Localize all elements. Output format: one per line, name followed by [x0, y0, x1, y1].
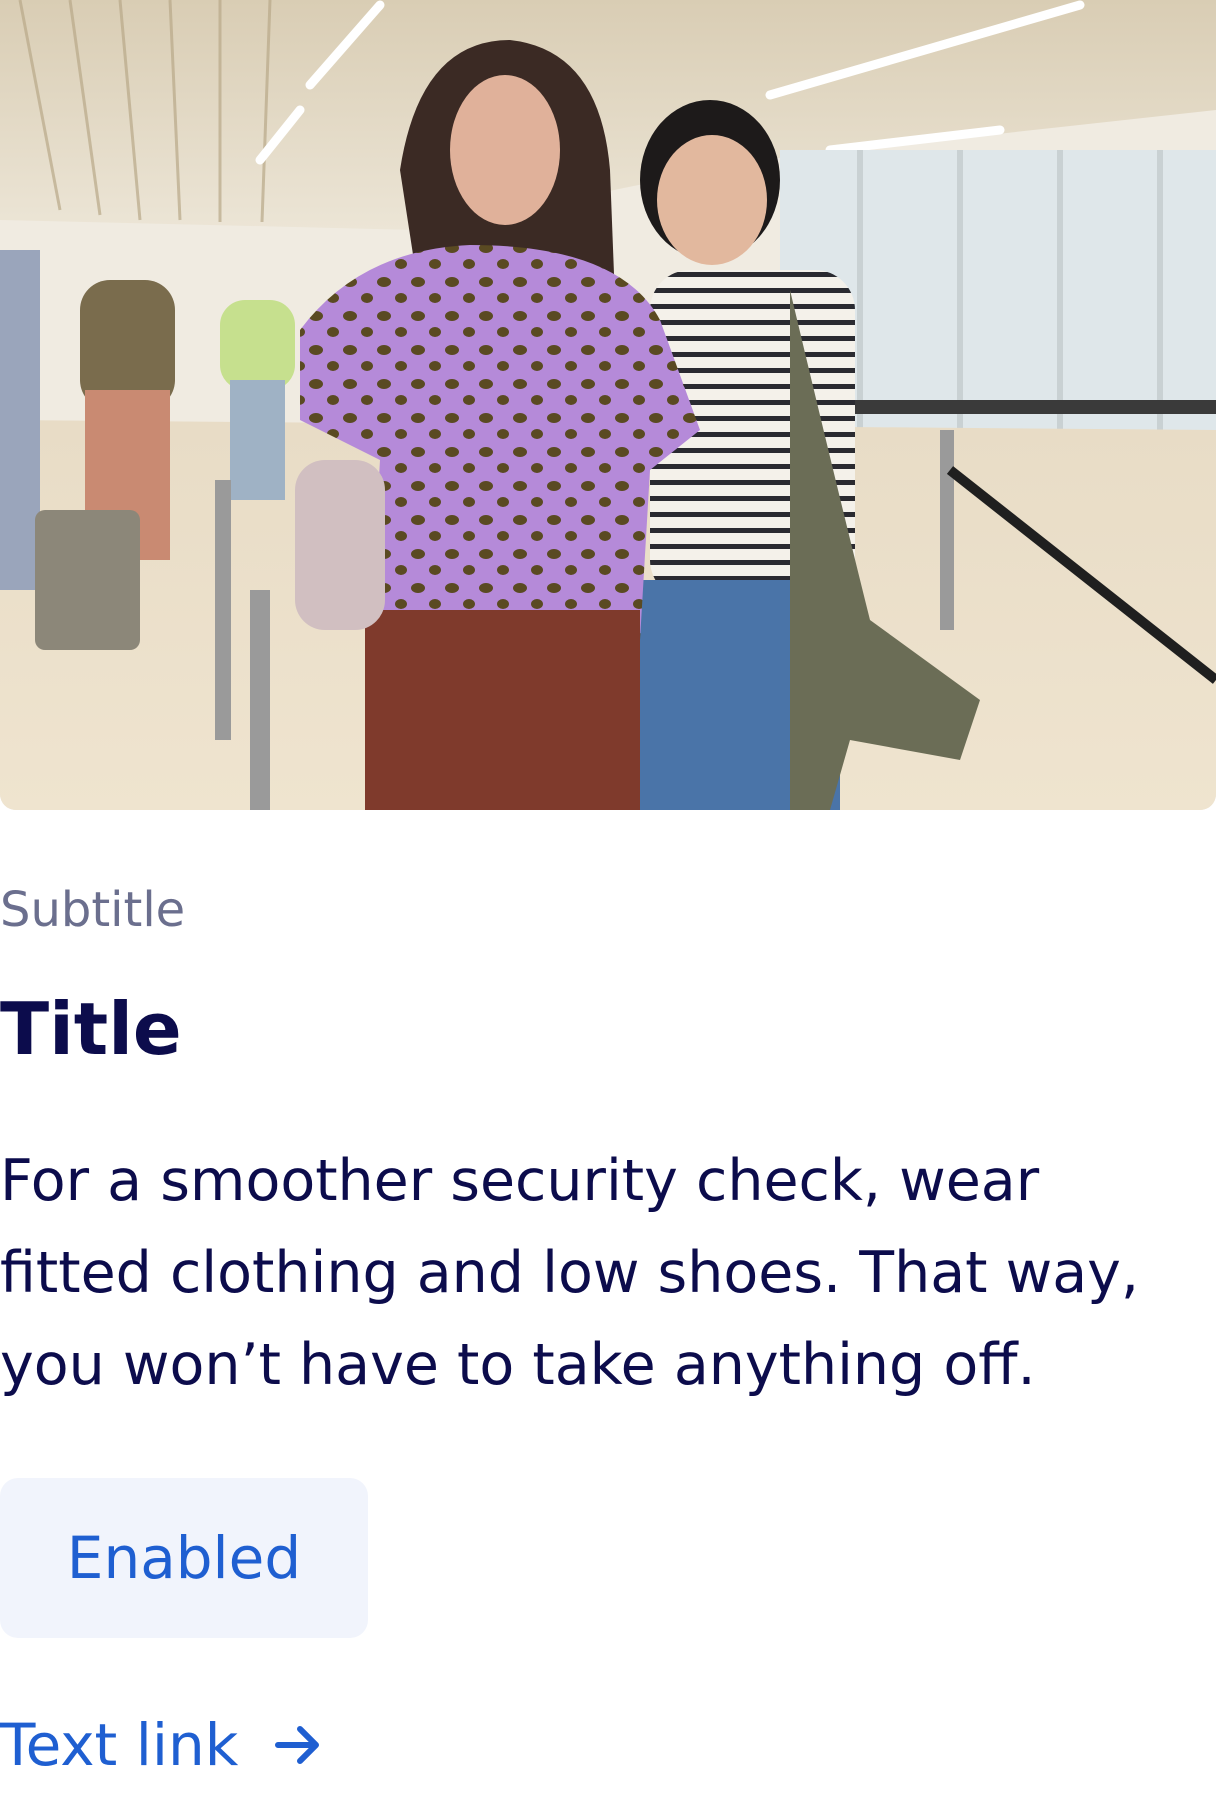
- card-title: Title: [0, 987, 182, 1071]
- arrow-right-icon: [275, 1726, 320, 1764]
- card-subtitle: Subtitle: [0, 882, 186, 938]
- text-link-label: Text link: [0, 1711, 239, 1779]
- enabled-button[interactable]: Enabled: [0, 1478, 368, 1638]
- card-body: For a smoother security check, wear fitt…: [0, 1148, 1139, 1398]
- text-link[interactable]: Text link: [0, 1705, 324, 1785]
- airport-photo: [0, 0, 1216, 810]
- card-image: [0, 0, 1216, 810]
- content-card: Subtitle Title For a smoother security c…: [0, 0, 1216, 1795]
